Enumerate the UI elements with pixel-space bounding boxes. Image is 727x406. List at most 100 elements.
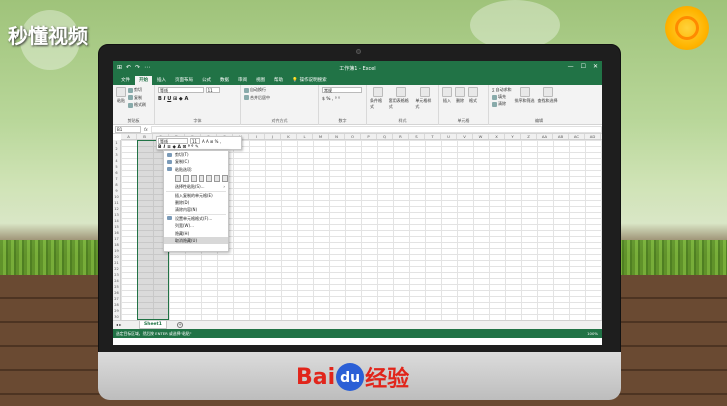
column-header[interactable]: B [137,134,153,139]
format-painter-button[interactable]: 格式刷 [128,102,146,108]
copy-button[interactable]: 复制 [128,95,142,101]
column-header[interactable]: Z [521,134,537,139]
group-cells: 插入 删除 格式 单元格 [439,85,489,125]
close-button[interactable]: ✕ [593,63,598,70]
sheet-tabs-bar: ◂ ▸ Sheet1 + [113,320,602,329]
column-header[interactable]: AA [537,134,553,139]
column-header[interactable]: N [329,134,345,139]
tab-home[interactable]: 开始 [135,76,152,85]
tab-formulas[interactable]: 公式 [198,76,215,85]
tab-view[interactable]: 视图 [252,76,269,85]
sheet-tab-sheet1[interactable]: Sheet1 [139,321,167,329]
fx-icon[interactable]: fx [144,127,148,132]
paste-option-icon[interactable] [190,174,197,182]
mini-font-combo[interactable]: 等线 [158,138,188,144]
wrap-text-button[interactable]: 自动换行 [244,87,266,93]
column-header[interactable]: S [409,134,425,139]
tell-me-search[interactable]: 💡 操作说明搜索 [288,76,331,85]
menu-clear-contents[interactable]: 清除内容(N) [164,206,228,213]
paste-option-icon[interactable] [222,174,229,182]
column-header[interactable]: L [297,134,313,139]
menu-insert-copied[interactable]: 插入复制的单元格(E) [164,192,228,199]
column-header[interactable]: T [425,134,441,139]
fill-icon [492,94,497,100]
baidu-logo-du: du [336,363,365,391]
name-box[interactable]: B1 [115,125,141,133]
column-header[interactable]: I [249,134,265,139]
autosum-button[interactable]: Σ 自动求和 [492,87,512,93]
copy-label: 复制 [134,94,142,100]
column-header[interactable]: W [473,134,489,139]
column-header[interactable]: K [281,134,297,139]
group-label-editing: 编辑 [535,118,543,123]
column-header[interactable]: O [345,134,361,139]
fill-button[interactable]: 填充 [492,94,512,100]
tell-me-label: 操作说明搜索 [299,78,327,83]
cut-button[interactable]: 剪切 [128,87,142,93]
font-size-combo[interactable]: 11 [205,87,220,93]
menu-format-cells[interactable]: 设置单元格格式(F)... [164,215,228,222]
menu-paste-options-label: 粘贴选项: [175,166,193,172]
add-sheet-button[interactable]: + [177,322,183,328]
paste-option-icon[interactable] [175,174,181,182]
column-header[interactable]: Y [505,134,521,139]
group-label-styles: 样式 [398,118,407,123]
status-bar: 选定目标区域，然后按 ENTER 或选择"粘贴" 100% [113,329,602,338]
column-header[interactable]: AD [585,134,601,139]
tab-file[interactable]: 文件 [117,76,134,85]
sheet-nav-icons[interactable]: ◂ ▸ [116,322,121,327]
tab-review[interactable]: 审阅 [234,76,251,85]
number-format-combo[interactable]: 常规 [322,87,362,93]
font-style-buttons[interactable]: B I U ⊞ ◆ A [158,96,237,102]
zoom-level[interactable]: 100% [587,329,598,338]
column-header[interactable]: U [441,134,457,139]
menu-cut[interactable]: 剪切(T) [164,151,228,158]
paste-option-icon[interactable] [214,174,221,182]
sort-icon [519,87,530,97]
column-header[interactable]: A [121,134,137,139]
tab-insert[interactable]: 插入 [153,76,170,85]
column-header[interactable]: R [393,134,409,139]
ribbon: 粘贴 剪切 复制 格式刷 剪贴板 等线 11 B I U ⊞ ◆ A 字体 自动… [113,85,602,125]
mini-format-icons[interactable]: A A ⊞ % , [202,139,221,144]
column-header[interactable]: X [489,134,505,139]
column-header[interactable]: P [361,134,377,139]
menu-hide-label: 隐藏(H) [175,230,190,236]
tab-page-layout[interactable]: 页面布局 [171,76,197,85]
mini-size-combo[interactable]: 11 [190,138,200,144]
column-header[interactable]: V [457,134,473,139]
menu-delete[interactable]: 删除(D) [164,199,228,206]
group-editing: Σ 自动求和 填充 清除 排序和筛选 查找和选择 编辑 [489,85,589,125]
window-title: 工作簿1 - Excel [339,66,376,72]
copy-icon [167,159,172,164]
paste-option-icon[interactable] [206,174,213,182]
scissors-icon [128,87,133,93]
font-name-combo[interactable]: 等线 [158,87,204,93]
tab-help[interactable]: 帮助 [270,76,287,85]
number-format-buttons[interactable]: $ % , ⁰ ⁰ [322,97,363,102]
table-icon [395,87,406,97]
menu-clear-label: 清除内容(N) [175,207,198,213]
menu-copy[interactable]: 复制(C) [164,158,228,165]
tab-data[interactable]: 数据 [216,76,233,85]
column-header[interactable]: AB [553,134,569,139]
paste-button[interactable]: 粘贴 [116,87,126,104]
worksheet-grid[interactable]: ABCDEFGHIJKLMNOPQRSTUVWXYZAAABACAD 12345… [113,134,602,325]
formula-input[interactable] [150,125,602,133]
column-header[interactable]: M [313,134,329,139]
column-header[interactable]: Q [377,134,393,139]
column-header[interactable]: J [265,134,281,139]
menu-unhide[interactable]: 取消隐藏(U) [164,236,228,245]
watermark-logo: 秒懂视频 [8,24,88,48]
paste-option-icon[interactable] [182,174,189,182]
menu-hide[interactable]: 隐藏(H) [164,230,228,237]
paste-option-icon[interactable] [198,174,205,182]
menu-paste-special[interactable]: 选择性粘贴(S)... › [164,183,228,190]
minimize-button[interactable]: — [568,63,574,70]
clear-button[interactable]: 清除 [492,101,512,107]
format-cells-icon [167,216,172,221]
maximize-button[interactable]: ☐ [581,63,586,70]
merge-center-button[interactable]: 合并后居中 [244,95,270,101]
column-header[interactable]: AC [569,134,585,139]
menu-column-width[interactable]: 列宽(W)... [164,222,228,229]
